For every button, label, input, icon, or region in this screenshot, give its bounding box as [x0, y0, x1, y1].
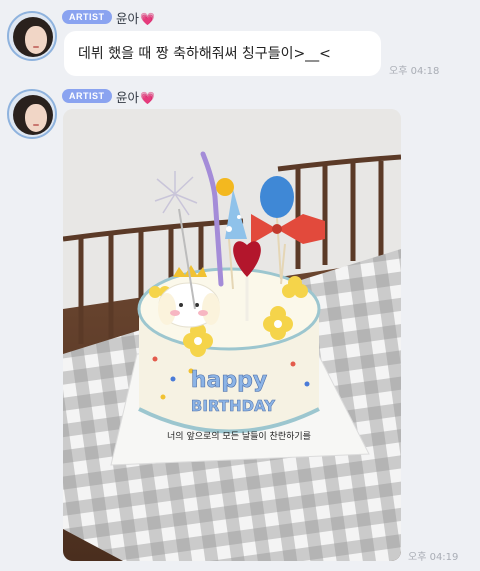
avatar[interactable]: [7, 11, 57, 61]
message-time: 오후 04:18: [389, 66, 440, 77]
sender-name-text: 윤아: [116, 11, 140, 26]
artist-badge: ARTIST: [62, 89, 112, 103]
cake-text-mid: BIRTHDAY: [191, 397, 276, 415]
sender-name: 윤아💗: [116, 87, 155, 106]
sender-name: 윤아💗: [116, 8, 155, 27]
message-text: 데뷔 했을 때 짱 축하해줘써 칭구들이>__<: [78, 46, 331, 62]
message-bubble[interactable]: 데뷔 했을 때 짱 축하해줘써 칭구들이>__<: [64, 31, 381, 76]
avatar[interactable]: [7, 89, 57, 139]
artist-badge: ARTIST: [62, 10, 112, 24]
cake-photo[interactable]: happy BIRTHDAY 너의 앞으로의 모든 날들이 찬란하기를: [63, 109, 401, 561]
cake-text-bottom: 너의 앞으로의 모든 날들이 찬란하기를: [167, 430, 311, 442]
heart-icon: 💗: [140, 91, 155, 105]
cake-illustration: happy BIRTHDAY 너의 앞으로의 모든 날들이 찬란하기를: [63, 109, 401, 561]
sender-name-text: 윤아: [116, 90, 140, 105]
message-time: 오후 04:19: [408, 552, 459, 563]
heart-icon: 💗: [140, 12, 155, 26]
cake-text-top: happy: [191, 368, 267, 393]
